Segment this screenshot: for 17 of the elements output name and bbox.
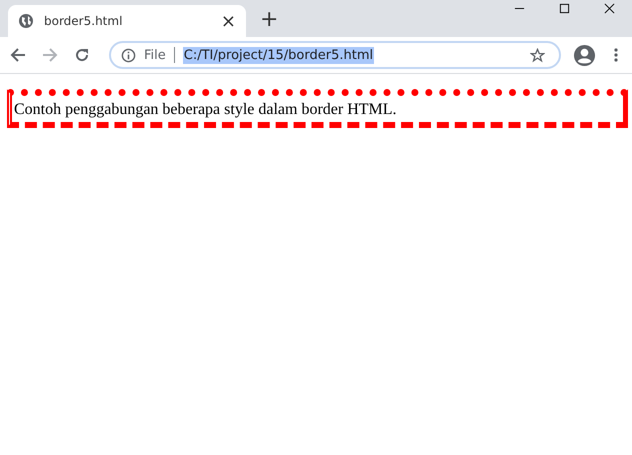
account-icon[interactable] bbox=[573, 44, 596, 66]
close-icon[interactable] bbox=[604, 3, 615, 14]
url-text: C:/TI/project/15/border5.html bbox=[182, 46, 374, 64]
info-icon bbox=[121, 48, 136, 62]
bordered-paragraph: Contoh penggabungan beberapa style dalam border HTML. bbox=[7, 89, 628, 128]
globe-icon bbox=[18, 13, 34, 29]
browser-tab[interactable]: border5.html × bbox=[8, 5, 246, 37]
close-tab-button[interactable]: × bbox=[220, 10, 236, 32]
maximize-icon[interactable] bbox=[559, 3, 570, 14]
star-icon[interactable] bbox=[530, 48, 545, 62]
menu-icon[interactable] bbox=[614, 47, 618, 63]
address-bar[interactable]: File C:/TI/project/15/border5.html bbox=[109, 41, 561, 69]
new-tab-button[interactable]: + bbox=[260, 7, 278, 33]
reload-icon[interactable] bbox=[74, 47, 90, 63]
back-arrow-icon[interactable] bbox=[10, 47, 26, 63]
file-label: File bbox=[144, 48, 166, 62]
tab-title: border5.html bbox=[44, 14, 124, 28]
